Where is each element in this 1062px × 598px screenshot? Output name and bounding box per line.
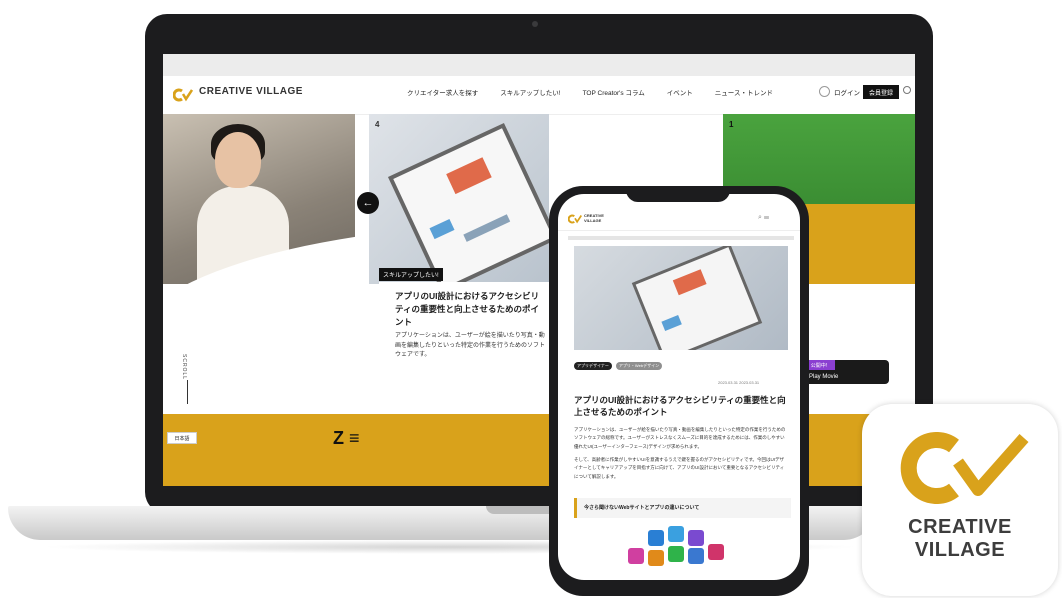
scroll-line [187, 380, 188, 404]
article-title: アプリのUI設計におけるアクセシビリティの重要性と向上させるためのポイント [574, 395, 786, 418]
slide-tag[interactable]: スキルアップしたい! [379, 268, 443, 281]
article-body-2: そして、高齢者に作業がしやすいUIを意識するうえで鍵を握るのがアクセシビリティで… [574, 457, 785, 479]
app-icons-illustration [598, 526, 768, 580]
breadcrumb [568, 236, 794, 240]
phone-header: CREATIVE VILLAGE ⌕ ☰ [558, 208, 800, 231]
login-label: ログイン [834, 89, 860, 97]
decorative-letters: Z ≡ [333, 428, 360, 448]
phone-screen: CREATIVE VILLAGE ⌕ ☰ アプリデザイナー アプリ・Webデザイ… [558, 194, 800, 580]
app-icon-speaker [688, 530, 704, 546]
slide-number: 4 [375, 120, 380, 129]
phone-notch [626, 188, 730, 202]
play-movie-label: Play Movie [809, 374, 839, 380]
nav-find-jobs[interactable]: クリエイター求人を探す [407, 87, 478, 97]
related-article-title[interactable]: 今さら聞けないWebサイトとアプリの違いについて [584, 504, 699, 511]
app-icon-globe [668, 526, 684, 542]
ui-bar [463, 214, 511, 242]
phone-logo-text[interactable]: CREATIVE VILLAGE [584, 213, 604, 224]
creative-village-logo-icon[interactable] [568, 214, 582, 224]
app-icon-blue [648, 530, 664, 546]
yellow-shape [803, 204, 915, 284]
tag-app-designer[interactable]: アプリデザイナー [574, 362, 612, 370]
slide-number-right: 1 [729, 120, 734, 129]
nav-news-trends[interactable]: ニュース・トレンド [715, 87, 773, 97]
app-icon-flower [628, 548, 644, 564]
browser-bar [163, 54, 915, 76]
slide-description: アプリケーションは、ユーザーが絵を描いたり写真・動画を編集したりといった特定の作… [395, 333, 546, 359]
register-button[interactable]: 会員登録 [863, 85, 899, 99]
ui-card [661, 314, 682, 331]
app-label-line-1: CREATIVE [908, 516, 1012, 538]
site-header: CREATIVE VILLAGE クリエイター求人を探す スキルアップしたい! … [163, 76, 915, 115]
site-logo-text[interactable]: CREATIVE VILLAGE [199, 86, 303, 97]
phone-menu-icons[interactable]: ⌕ ☰ [758, 214, 769, 222]
person-face [215, 132, 261, 188]
app-icon-figure [668, 546, 684, 562]
creative-village-logo-icon[interactable] [173, 88, 193, 102]
language-selector[interactable]: 日本語 [167, 432, 197, 444]
login-link[interactable]: ログイン [819, 86, 860, 97]
logo-line-2: VILLAGE [584, 217, 602, 223]
app-icon-food [648, 550, 664, 566]
creative-village-logo-icon [900, 432, 1029, 504]
main-nav: クリエイター求人を探す スキルアップしたい! TOP Creator's コラム… [407, 87, 773, 97]
app-icon-label: CREATIVE VILLAGE [862, 516, 1058, 562]
app-icon-search [688, 548, 704, 564]
ui-card [446, 157, 492, 195]
app-label-line-2: VILLAGE [914, 539, 1006, 561]
tablet-illustration [387, 122, 549, 284]
nav-skill-up[interactable]: スキルアップしたい! [500, 87, 560, 97]
app-icon-heart [708, 544, 724, 560]
nav-top-creators-column[interactable]: TOP Creator's コラム [583, 87, 645, 97]
ui-card [672, 269, 707, 296]
user-icon [819, 86, 830, 97]
carousel-slide-image[interactable] [369, 114, 549, 284]
ui-card [429, 218, 455, 240]
search-icon[interactable] [903, 86, 911, 94]
article-tags: アプリデザイナー アプリ・Webデザイン [574, 362, 663, 370]
camera-dot [532, 21, 538, 27]
carousel-prev-button[interactable]: ← [357, 192, 379, 214]
article-dates: 2023.03.31 2023.03.31 [718, 380, 760, 385]
tablet-illustration [631, 246, 763, 350]
slide-title[interactable]: アプリのUI設計におけるアクセシビリティの重要性と向上させるためのポイント [395, 290, 545, 328]
article-hero-image [574, 246, 788, 350]
article-body-1: アプリケーションは、ユーザーが絵を描いたり写真・動画を編集したりといった特定の作… [574, 427, 786, 449]
tag-app-web-design[interactable]: アプリ・Webデザイン [615, 362, 663, 370]
scroll-indicator: SCROLL [181, 354, 187, 381]
nav-events[interactable]: イベント [667, 87, 693, 97]
